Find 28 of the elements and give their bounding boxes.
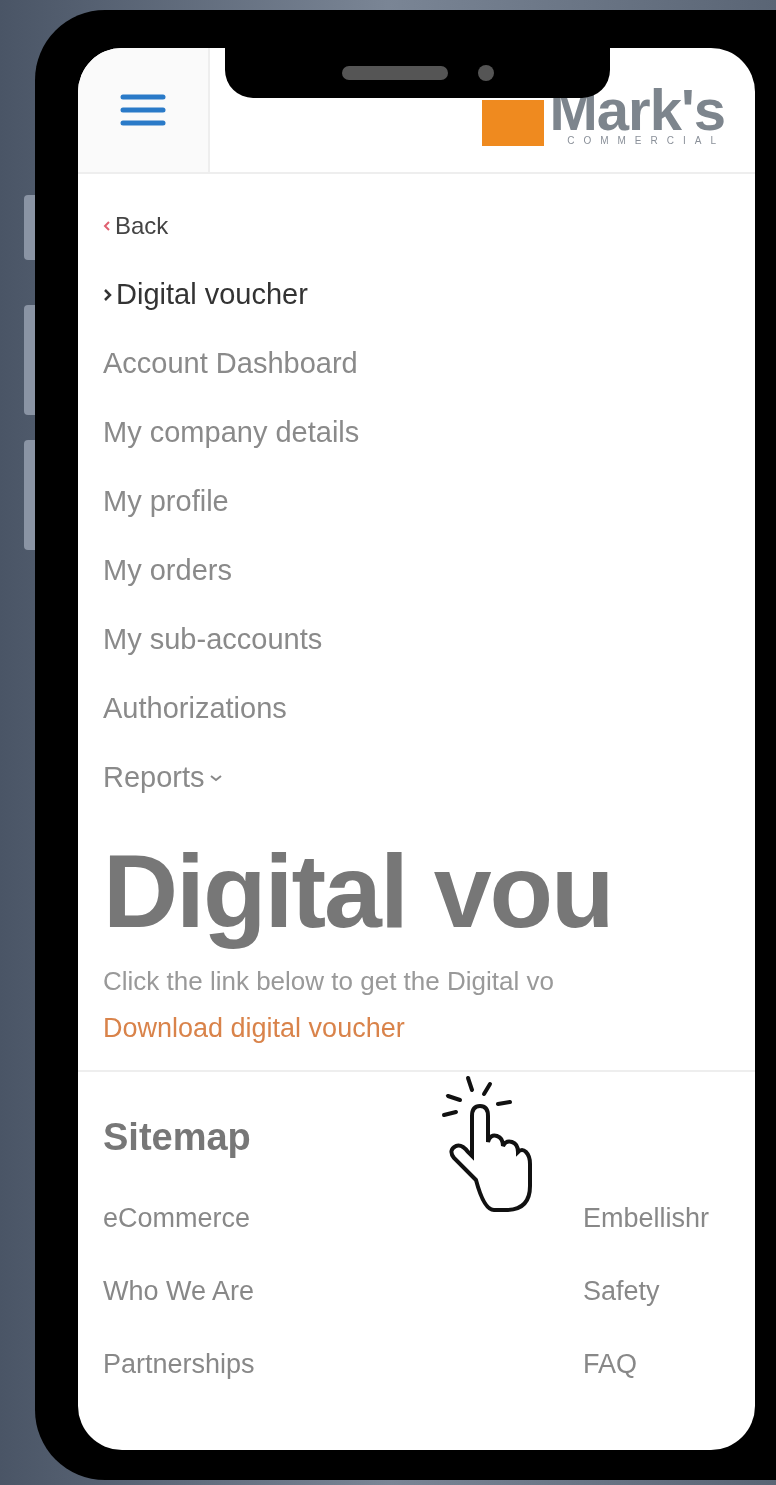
instruction-text: Click the link below to get the Digital vo	[103, 966, 555, 997]
chevron-left-icon	[103, 221, 111, 231]
sitemap-title: Sitemap	[103, 1116, 252, 1159]
page-title: Digital vou	[103, 832, 614, 950]
menu-button[interactable]	[78, 48, 210, 172]
nav-link[interactable]: Reports	[103, 759, 223, 796]
nav-link[interactable]: Authorizations	[103, 690, 287, 727]
nav-link[interactable]: My sub-accounts	[103, 621, 323, 658]
sitemap-link[interactable]: Who We Are	[103, 1274, 583, 1309]
speaker-icon	[341, 66, 448, 80]
sitemap-link[interactable]: Safety	[583, 1274, 755, 1309]
camera-icon	[477, 65, 494, 81]
nav-link[interactable]: Account Dashboard	[103, 345, 358, 382]
nav-link[interactable]: My company details	[103, 414, 360, 451]
logo-tagline: COMMERCIAL	[567, 135, 725, 146]
chevron-down-icon	[208, 772, 223, 783]
download-link[interactable]: Download digital voucher	[103, 1013, 405, 1044]
nav-link[interactable]: My profile	[103, 483, 229, 520]
logo-square	[481, 100, 544, 146]
sitemap-link[interactable]: Embellishr	[583, 1201, 755, 1236]
chevron-right-icon	[103, 287, 112, 302]
back-link[interactable]: Back	[103, 212, 755, 240]
nav-link[interactable]: Digital voucher	[103, 276, 308, 313]
sitemap-link[interactable]: Partnerships	[103, 1347, 583, 1382]
sitemap-link[interactable]: eCommerce	[103, 1201, 583, 1236]
menu-icon	[120, 93, 166, 127]
sitemap-link[interactable]: FAQ	[583, 1347, 755, 1382]
nav-link[interactable]: My orders	[103, 552, 232, 589]
